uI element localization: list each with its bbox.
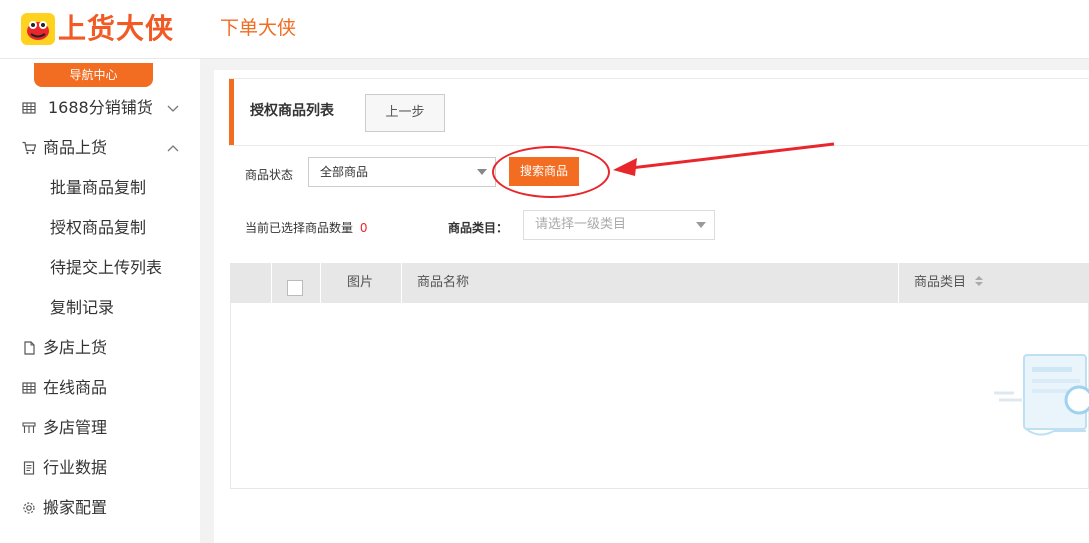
sidebar-item-multi-store-manage[interactable]: 多店管理 [0, 410, 200, 446]
column-header-category[interactable]: 商品类目 [914, 263, 984, 303]
table-body-empty [230, 303, 1089, 489]
document-icon [23, 461, 35, 475]
sidebar-item-multi-store-upload[interactable]: 多店上货 [0, 330, 200, 366]
sidebar-item-label: 商品上货 [43, 138, 108, 157]
sidebar-item-label: 在线商品 [43, 378, 108, 397]
column-divider [271, 263, 272, 303]
select-all-checkbox[interactable] [287, 280, 303, 296]
cart-icon [22, 141, 36, 155]
panel-accent-bar [229, 79, 234, 145]
column-header-name: 商品名称 [417, 275, 470, 290]
nav-center-tab[interactable]: 导航中心 [34, 63, 153, 87]
sidebar-item-product-upload[interactable]: 商品上货 [0, 130, 200, 166]
sidebar-item-migration-config[interactable]: 搬家配置 [0, 490, 200, 526]
status-label: 商品状态 [245, 168, 294, 182]
file-icon [24, 341, 35, 355]
column-divider [320, 263, 321, 303]
status-select-value: 全部商品 [320, 165, 369, 179]
empty-state-illustration-icon [994, 354, 1089, 436]
status-select[interactable]: 全部商品 [308, 157, 496, 187]
selected-count-label: 当前已选择商品数量 0 [245, 219, 367, 237]
sidebar-subitem-authorized-copy[interactable]: 授权商品复制 [50, 210, 146, 246]
logo-mascot-icon [21, 13, 55, 45]
grid-icon [22, 102, 36, 114]
selected-count-value: 0 [359, 221, 368, 235]
column-divider [401, 263, 402, 303]
selected-count-text: 当前已选择商品数量 [245, 221, 354, 235]
sidebar-item-label: 1688分销铺货 [48, 98, 153, 117]
category-select-placeholder: 请选择一级类目 [535, 217, 627, 232]
top-nav-order-link[interactable]: 下单大侠 [220, 15, 296, 41]
panel-header: 授权商品列表 上一步 [229, 78, 1089, 146]
table-header: 图片 商品名称 商品类目 [230, 263, 1089, 303]
category-label: 商品类目： [448, 221, 509, 235]
stores-icon [22, 422, 36, 433]
main-content: 授权商品列表 上一步 商品状态 全部商品 搜索商品 当前已选择商品数量 0 商品… [214, 70, 1089, 543]
sidebar-item-online-products[interactable]: 在线商品 [0, 370, 200, 406]
dropdown-caret-icon [696, 222, 706, 228]
grid-icon [22, 382, 36, 394]
column-header-image: 图片 [347, 275, 374, 290]
sidebar-item-industry-data[interactable]: 行业数据 [0, 450, 200, 486]
logo[interactable]: 上货大侠 [20, 10, 180, 48]
annotation-arrow-icon [613, 142, 835, 176]
top-bar: 上货大侠 下单大侠 [0, 0, 1089, 59]
search-products-button[interactable]: 搜索商品 [509, 157, 579, 186]
page-title: 授权商品列表 [250, 103, 334, 119]
column-divider [898, 263, 899, 303]
sidebar-subitem-copy-records[interactable]: 复制记录 [50, 290, 114, 326]
sidebar-item-label: 多店上货 [43, 338, 108, 357]
sidebar-item-label: 搬家配置 [43, 498, 108, 517]
chevron-up-icon [167, 145, 179, 152]
sidebar-subitem-pending-upload[interactable]: 待提交上传列表 [50, 250, 162, 286]
sort-icon[interactable] [974, 275, 984, 287]
dropdown-caret-icon [477, 169, 487, 175]
sidebar-item-label: 行业数据 [43, 458, 108, 477]
sidebar-item-1688[interactable]: 1688分销铺货 [0, 90, 200, 126]
sidebar-subitem-batch-copy[interactable]: 批量商品复制 [50, 170, 146, 206]
column-header-category-label: 商品类目 [914, 275, 967, 290]
category-select[interactable]: 请选择一级类目 [523, 210, 715, 240]
back-button[interactable]: 上一步 [365, 94, 445, 132]
sidebar-item-label: 多店管理 [43, 418, 108, 437]
logo-text: 上货大侠 [58, 12, 175, 45]
sidebar: 导航中心 1688分销铺货 商品上货 批量商品复制 授权商品复制 待提交上传列表… [0, 59, 200, 543]
gear-icon [23, 502, 35, 514]
chevron-down-icon [167, 105, 179, 112]
